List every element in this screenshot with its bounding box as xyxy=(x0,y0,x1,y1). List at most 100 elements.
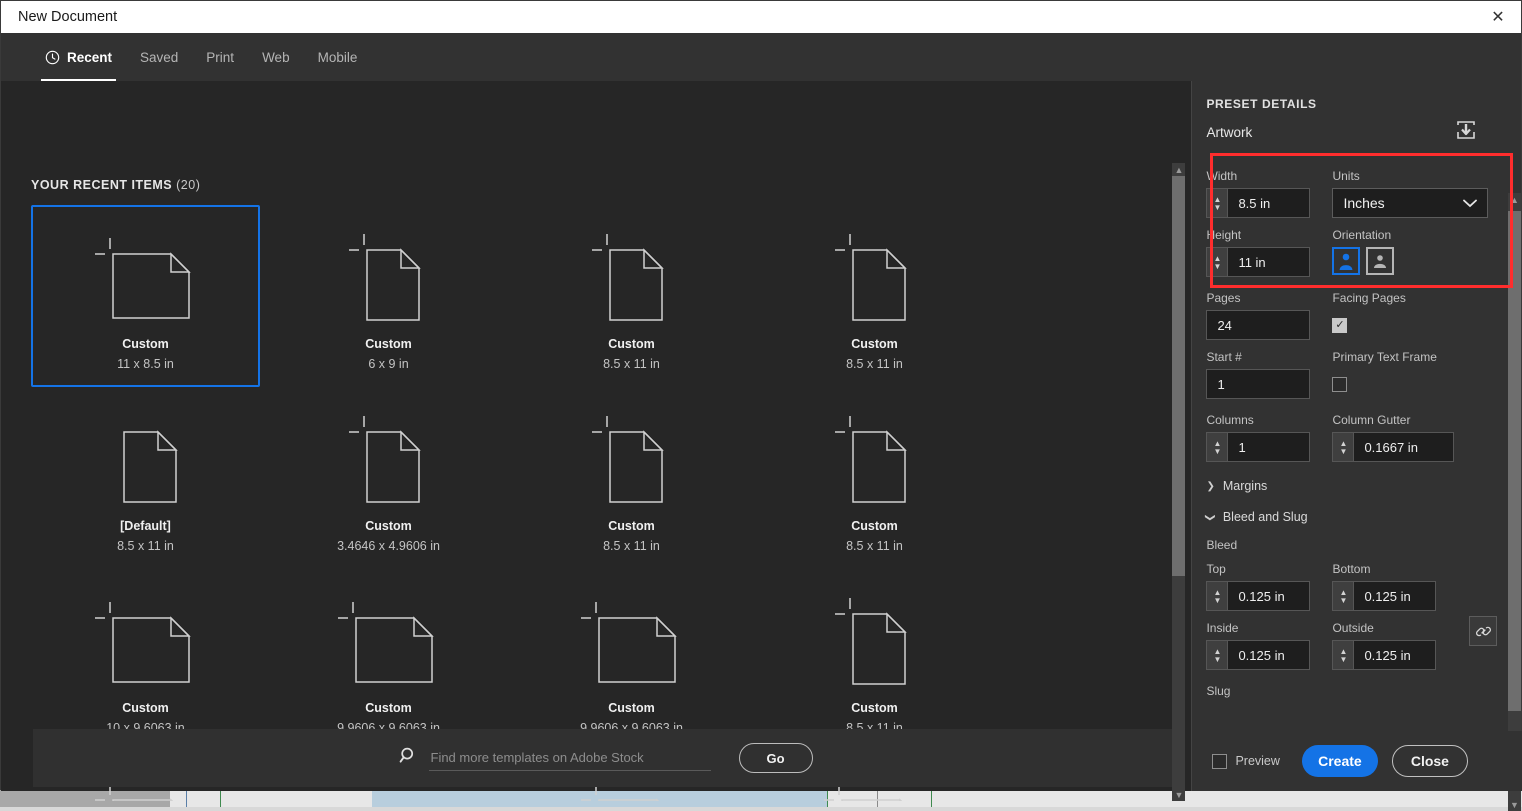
template-thumbnail-icon xyxy=(91,411,201,517)
template-card[interactable]: Custom9.9606 x 9.6063 in xyxy=(517,569,746,751)
link-chain-icon[interactable] xyxy=(1469,616,1497,646)
width-label: Width xyxy=(1206,169,1318,183)
scroll-up-icon[interactable]: ▲ xyxy=(1508,193,1521,206)
preset-details-scrollbar[interactable]: ▲ ▼ xyxy=(1508,193,1521,811)
new-document-dialog: New Document ✕ Recent Saved Print Web Mo… xyxy=(0,0,1522,790)
height-stepper-arrows[interactable]: ▲▼ xyxy=(1206,247,1227,277)
template-name: Custom xyxy=(851,519,898,533)
preset-details-pane: PRESET DETAILS Artwork Width Units xyxy=(1191,81,1521,791)
bleed-outside-label: Outside xyxy=(1332,621,1478,635)
tab-print[interactable]: Print xyxy=(192,33,248,81)
tab-label: Print xyxy=(206,50,234,65)
scroll-up-icon[interactable]: ▲ xyxy=(1172,163,1185,176)
bleed-outside-stepper[interactable]: ▲▼ 0.125 in xyxy=(1332,640,1436,670)
height-stepper[interactable]: ▲▼ 11 in xyxy=(1206,247,1310,277)
bleed-top-input[interactable]: 0.125 in xyxy=(1227,581,1310,611)
primary-text-frame-checkbox[interactable] xyxy=(1332,377,1347,392)
template-card[interactable]: Custom8.5 x 11 in xyxy=(517,387,746,569)
search-input[interactable] xyxy=(429,745,711,771)
template-card[interactable]: Custom10 x 9.6063 in xyxy=(31,569,260,751)
template-name: Custom xyxy=(122,701,169,715)
bleed-bottom-input[interactable]: 0.125 in xyxy=(1353,581,1436,611)
bleed-outside-input[interactable]: 0.125 in xyxy=(1353,640,1436,670)
bleed-inside-stepper-arrows[interactable]: ▲▼ xyxy=(1206,640,1227,670)
preset-name-row: Artwork xyxy=(1206,119,1478,146)
bleed-inside-stepper[interactable]: ▲▼ 0.125 in xyxy=(1206,640,1310,670)
template-card[interactable]: Custom8.5 x 11 in xyxy=(760,387,989,569)
columns-label: Columns xyxy=(1206,413,1318,427)
bleed-bottom-label: Bottom xyxy=(1332,562,1478,576)
column-gutter-stepper-arrows[interactable]: ▲▼ xyxy=(1332,432,1353,462)
bleed-bottom-stepper[interactable]: ▲▼ 0.125 in xyxy=(1332,581,1436,611)
margins-disclosure[interactable]: ❯ Margins xyxy=(1206,479,1478,493)
width-input[interactable]: 8.5 in xyxy=(1227,188,1310,218)
width-stepper-arrows[interactable]: ▲▼ xyxy=(1206,188,1227,218)
bleed-label: Bleed xyxy=(1206,538,1478,552)
close-icon[interactable]: ✕ xyxy=(1475,1,1521,33)
template-name: Custom xyxy=(365,701,412,715)
bleed-outside-stepper-arrows[interactable]: ▲▼ xyxy=(1332,640,1353,670)
template-dimensions: 3.4646 x 4.9606 in xyxy=(337,539,440,553)
stock-search-bar: Go xyxy=(33,729,1178,787)
columns-stepper-arrows[interactable]: ▲▼ xyxy=(1206,432,1227,462)
tab-label: Recent xyxy=(67,50,112,65)
pages-input[interactable]: 24 xyxy=(1206,310,1310,340)
scrollbar-thumb[interactable] xyxy=(1508,211,1521,711)
template-card[interactable]: Custom 3.4646 x 4.9606 in xyxy=(274,387,503,569)
portrait-orientation-icon[interactable] xyxy=(1332,247,1360,275)
units-select[interactable]: Inches xyxy=(1332,188,1488,218)
bleed-top-stepper-arrows[interactable]: ▲▼ xyxy=(1206,581,1227,611)
preview-checkbox[interactable] xyxy=(1212,754,1227,769)
template-thumbnail-icon xyxy=(577,593,687,699)
scroll-down-icon[interactable]: ▼ xyxy=(1172,788,1185,801)
tab-label: Saved xyxy=(140,50,178,65)
template-card[interactable]: Custom8.5 x 11 in xyxy=(517,205,746,387)
template-dimensions: 8.5 x 11 in xyxy=(117,539,174,553)
template-card[interactable]: Custom9.9606 x 9.6063 in xyxy=(274,569,503,751)
tab-recent[interactable]: Recent xyxy=(31,33,126,81)
tab-mobile[interactable]: Mobile xyxy=(304,33,372,81)
template-card[interactable]: [Default] 8.5 x 11 in xyxy=(31,387,260,569)
preview-label: Preview xyxy=(1235,754,1279,768)
create-button[interactable]: Create xyxy=(1302,745,1378,777)
template-dimensions: 6 x 9 in xyxy=(368,357,408,371)
start-number-label: Start # xyxy=(1206,350,1318,364)
close-button[interactable]: Close xyxy=(1392,745,1468,777)
bleed-bottom-stepper-arrows[interactable]: ▲▼ xyxy=(1332,581,1353,611)
tab-label: Web xyxy=(262,50,290,65)
preset-name-input[interactable]: Artwork xyxy=(1206,125,1252,140)
columns-stepper[interactable]: ▲▼ 1 xyxy=(1206,432,1310,462)
width-stepper[interactable]: ▲▼ 8.5 in xyxy=(1206,188,1310,218)
template-thumbnail-icon xyxy=(820,229,930,335)
template-name: Custom xyxy=(365,337,412,351)
chevron-down-icon xyxy=(1463,195,1477,211)
bleed-inside-input[interactable]: 0.125 in xyxy=(1227,640,1310,670)
template-name: [Default] xyxy=(120,519,171,533)
dialog-title: New Document xyxy=(18,9,117,25)
bleed-top-stepper[interactable]: ▲▼ 0.125 in xyxy=(1206,581,1310,611)
search-go-button[interactable]: Go xyxy=(739,743,813,773)
template-card[interactable]: Custom8.5 x 11 in xyxy=(760,569,989,751)
facing-pages-checkbox[interactable]: ✓ xyxy=(1332,318,1347,333)
columns-input[interactable]: 1 xyxy=(1227,432,1310,462)
landscape-orientation-icon[interactable] xyxy=(1366,247,1394,275)
scrollbar-thumb[interactable] xyxy=(1172,176,1185,576)
column-gutter-label: Column Gutter xyxy=(1332,413,1478,427)
column-gutter-stepper[interactable]: ▲▼ 0.1667 in xyxy=(1332,432,1454,462)
tab-web[interactable]: Web xyxy=(248,33,304,81)
recent-items-scrollbar[interactable]: ▲ ▼ xyxy=(1172,163,1185,801)
tab-saved[interactable]: Saved xyxy=(126,33,192,81)
margins-label: Margins xyxy=(1223,479,1267,493)
template-grid-scroll-area[interactable]: Custom11 x 8.5 inCustom6 x 9 inCustom8.5… xyxy=(31,205,1186,801)
bleed-slug-disclosure[interactable]: ❮ Bleed and Slug xyxy=(1206,510,1478,524)
height-input[interactable]: 11 in xyxy=(1227,247,1310,277)
template-card[interactable]: Custom8.5 x 11 in xyxy=(760,205,989,387)
column-gutter-input[interactable]: 0.1667 in xyxy=(1353,432,1454,462)
template-name: Custom xyxy=(365,519,412,533)
template-card[interactable]: Custom11 x 8.5 in xyxy=(31,205,260,387)
start-number-input[interactable]: 1 xyxy=(1206,369,1310,399)
scroll-down-icon[interactable]: ▼ xyxy=(1508,798,1521,811)
save-preset-icon[interactable] xyxy=(1454,119,1478,146)
template-card[interactable]: Custom 6 x 9 in xyxy=(274,205,503,387)
template-dimensions: 8.5 x 11 in xyxy=(846,357,903,371)
